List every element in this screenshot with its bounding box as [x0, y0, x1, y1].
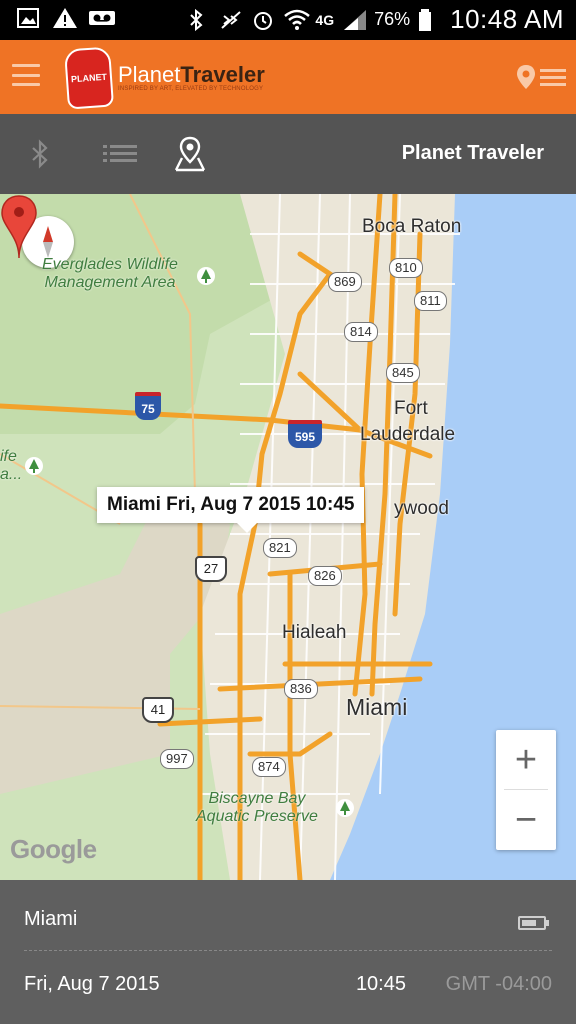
route-shield-836: 836: [284, 679, 318, 699]
map-view[interactable]: Boca Raton Fort Lauderdale ywood Hialeah…: [0, 194, 576, 880]
wifi-icon: [283, 8, 311, 32]
route-shield-845: 845: [386, 363, 420, 383]
map-marker-icon[interactable]: [0, 194, 38, 260]
logo-badge: PLANET: [63, 46, 115, 110]
route-shield-811: 811: [414, 291, 447, 311]
list-icon: [103, 145, 137, 162]
divider: [24, 950, 552, 951]
status-bar: 4G 76% 10:48 AM: [0, 0, 576, 40]
bluetooth-icon: [32, 139, 48, 169]
zoom-out-button[interactable]: −: [496, 790, 556, 850]
map-label-miami: Miami: [346, 694, 408, 720]
map-canvas: [0, 194, 576, 880]
map-pin-icon: [174, 136, 206, 172]
zoom-in-button[interactable]: +: [496, 730, 556, 790]
marker-info-window[interactable]: Miami Fri, Aug 7 2015 10:45: [97, 487, 365, 533]
bluetooth-icon: [187, 8, 211, 32]
map-label-everglades: Everglades Wildlife Management Area: [42, 256, 178, 291]
location-menu-button[interactable]: [516, 64, 566, 95]
interstate-shield-595: 595: [288, 420, 322, 448]
route-shield-874: 874: [252, 757, 286, 777]
map-label-everglades-left: ife a...: [0, 448, 23, 483]
us-shield-41: 41: [142, 697, 174, 723]
map-label-boca-raton: Boca Raton: [362, 216, 462, 237]
voicemail-icon: [88, 6, 115, 30]
nfc-icon: [219, 8, 243, 32]
map-label-hialeah: Hialeah: [282, 622, 347, 643]
map-label-fort: Fort: [394, 398, 428, 419]
battery-percent: 76%: [374, 9, 411, 29]
logo-name: PlanetTraveler: [118, 62, 265, 87]
alarm-icon: [251, 8, 275, 32]
time-label: 10:45: [355, 973, 406, 995]
us-shield-27: 27: [195, 556, 227, 582]
list-menu-icon: [540, 67, 566, 92]
date-label: Fri, Aug 7 2015: [24, 973, 160, 995]
map-label-biscayne: Biscayne Bay Aquatic Preserve: [196, 790, 318, 825]
tab-list[interactable]: [100, 134, 140, 174]
tab-bluetooth[interactable]: [20, 134, 60, 174]
network-type: 4G: [315, 11, 335, 28]
battery-icon: [418, 8, 442, 32]
route-shield-869: 869: [328, 272, 362, 292]
route-shield-821: 821: [263, 538, 297, 558]
app-bar: PLANET PlanetTraveler INSPIRED BY ART, E…: [0, 40, 576, 114]
city-name: Miami: [24, 908, 78, 930]
page-title: Planet Traveler: [401, 142, 544, 164]
menu-icon[interactable]: [12, 64, 40, 86]
warning-icon: [52, 6, 77, 30]
interstate-shield-75: 75: [135, 392, 161, 420]
map-label-lauderdale: Lauderdale: [360, 424, 456, 445]
tab-map[interactable]: [170, 134, 210, 174]
route-shield-997: 997: [160, 749, 194, 769]
route-shield-810: 810: [389, 258, 423, 278]
logo-tagline: INSPIRED BY ART, ELEVATED BY TECHNOLOGY: [118, 86, 264, 92]
route-shield-814: 814: [344, 322, 378, 342]
tab-bar: Planet Traveler: [0, 114, 576, 194]
route-shield-826: 826: [308, 566, 342, 586]
battery-icon: [518, 916, 549, 930]
timezone-label: GMT -04:00: [445, 973, 552, 995]
location-details: Miami Fri, Aug 7 2015 10:45 GMT -04:00: [0, 880, 576, 1024]
map-label-hollywood: ywood: [394, 498, 449, 519]
gallery-icon: [16, 6, 40, 30]
logo: PLANET PlanetTraveler INSPIRED BY ART, E…: [63, 46, 265, 110]
google-attribution: Google: [10, 834, 97, 864]
status-time: 10:48 AM: [450, 4, 564, 34]
signal-icon: [342, 8, 367, 32]
zoom-controls: + −: [496, 730, 556, 850]
location-pin-icon: [516, 64, 536, 95]
